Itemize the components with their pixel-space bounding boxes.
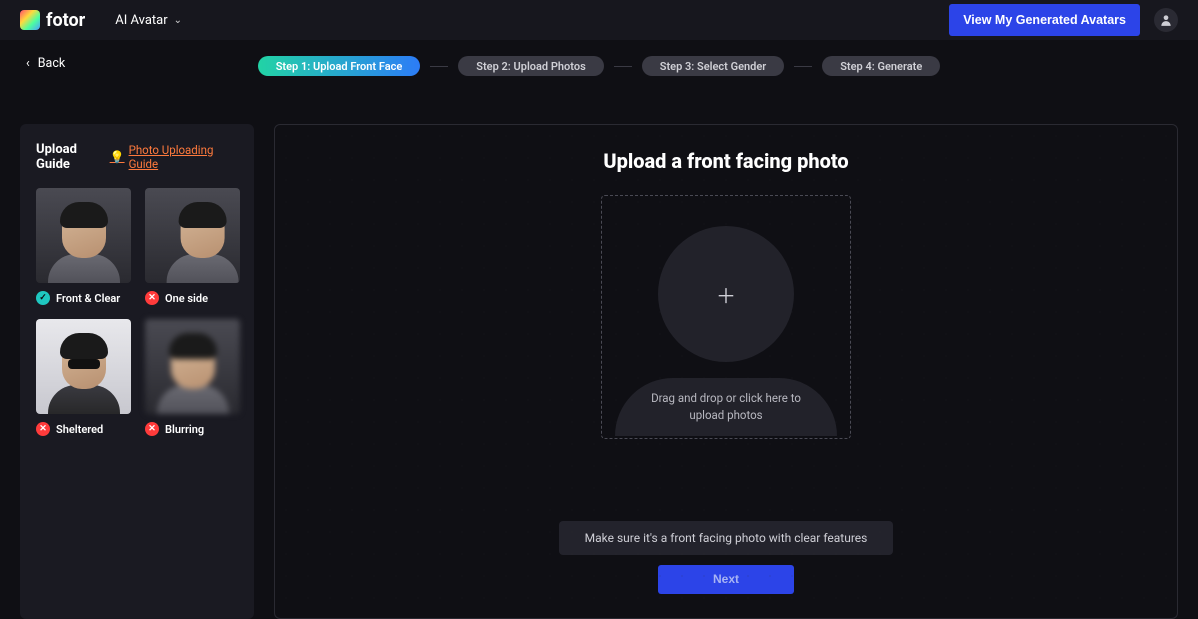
step-connector [614, 66, 632, 67]
upload-content-panel: Upload a front facing photo ＋ Drag and d… [274, 124, 1178, 619]
step-1-pill[interactable]: Step 1: Upload Front Face [258, 56, 421, 76]
upload-dropzone[interactable]: ＋ Drag and drop or click here to upload … [601, 195, 851, 439]
lightbulb-icon: 💡 [110, 150, 125, 164]
upload-guide-panel: Upload Guide 💡 Photo Uploading Guide ✓ F… [20, 124, 254, 619]
guide-item-front-clear: ✓ Front & Clear [36, 188, 131, 305]
app-header: fotor AI Avatar ⌄ View My Generated Avat… [0, 0, 1198, 40]
guide-image [145, 319, 240, 414]
guide-label: ✕ One side [145, 291, 240, 305]
guide-grid: ✓ Front & Clear ✕ One side ✕ [36, 188, 238, 436]
guide-label-text: Blurring [165, 423, 204, 436]
photo-uploading-guide-link[interactable]: 💡 Photo Uploading Guide [110, 143, 238, 171]
guide-item-sheltered: ✕ Sheltered [36, 319, 131, 436]
sidebar-header: Upload Guide 💡 Photo Uploading Guide [36, 142, 238, 172]
guide-label: ✕ Sheltered [36, 422, 131, 436]
guide-link-label: Photo Uploading Guide [129, 143, 238, 171]
guide-image [36, 319, 131, 414]
header-left: fotor AI Avatar ⌄ [20, 10, 182, 31]
avatar-silhouette: ＋ Drag and drop or click here to upload … [616, 226, 836, 438]
step-3-pill[interactable]: Step 3: Select Gender [642, 56, 784, 76]
guide-image [145, 188, 240, 283]
guide-image [36, 188, 131, 283]
main-layout: Upload Guide 💡 Photo Uploading Guide ✓ F… [0, 124, 1198, 619]
steps-bar: Step 1: Upload Front Face Step 2: Upload… [0, 50, 1198, 82]
guide-item-blurring: ✕ Blurring [145, 319, 240, 436]
step-4-pill[interactable]: Step 4: Generate [822, 56, 940, 76]
view-generated-avatars-button[interactable]: View My Generated Avatars [949, 4, 1140, 36]
step-connector [430, 66, 448, 67]
brand-name: fotor [46, 10, 85, 31]
step-connector [794, 66, 812, 67]
chevron-left-icon: ‹ [26, 56, 30, 71]
brand-logo[interactable]: fotor [20, 10, 85, 31]
plus-icon: ＋ [716, 280, 736, 309]
check-icon: ✓ [36, 291, 50, 305]
x-icon: ✕ [36, 422, 50, 436]
step-2-pill[interactable]: Step 2: Upload Photos [458, 56, 603, 76]
user-avatar[interactable] [1154, 8, 1178, 32]
back-link[interactable]: ‹ Back [26, 56, 65, 71]
silhouette-head: ＋ [658, 226, 794, 362]
x-icon: ✕ [145, 422, 159, 436]
guide-label-text: One side [165, 292, 208, 305]
guide-label-text: Front & Clear [56, 292, 120, 305]
silhouette-body: Drag and drop or click here to upload ph… [615, 378, 837, 436]
ai-avatar-dropdown[interactable]: AI Avatar ⌄ [115, 13, 182, 28]
guide-label: ✓ Front & Clear [36, 291, 131, 305]
hint-banner: Make sure it's a front facing photo with… [559, 521, 894, 555]
next-button[interactable]: Next [658, 565, 794, 594]
upload-hint-text: Drag and drop or click here to upload ph… [635, 390, 817, 425]
header-right: View My Generated Avatars [949, 4, 1178, 36]
user-icon [1159, 13, 1173, 27]
back-label: Back [38, 56, 65, 71]
guide-label-text: Sheltered [56, 423, 103, 436]
ai-avatar-label: AI Avatar [115, 13, 167, 28]
x-icon: ✕ [145, 291, 159, 305]
content-title: Upload a front facing photo [603, 149, 848, 173]
guide-item-one-side: ✕ One side [145, 188, 240, 305]
chevron-down-icon: ⌄ [174, 15, 182, 26]
brand-logo-icon [20, 10, 40, 30]
guide-label: ✕ Blurring [145, 422, 240, 436]
sidebar-title: Upload Guide [36, 142, 110, 172]
